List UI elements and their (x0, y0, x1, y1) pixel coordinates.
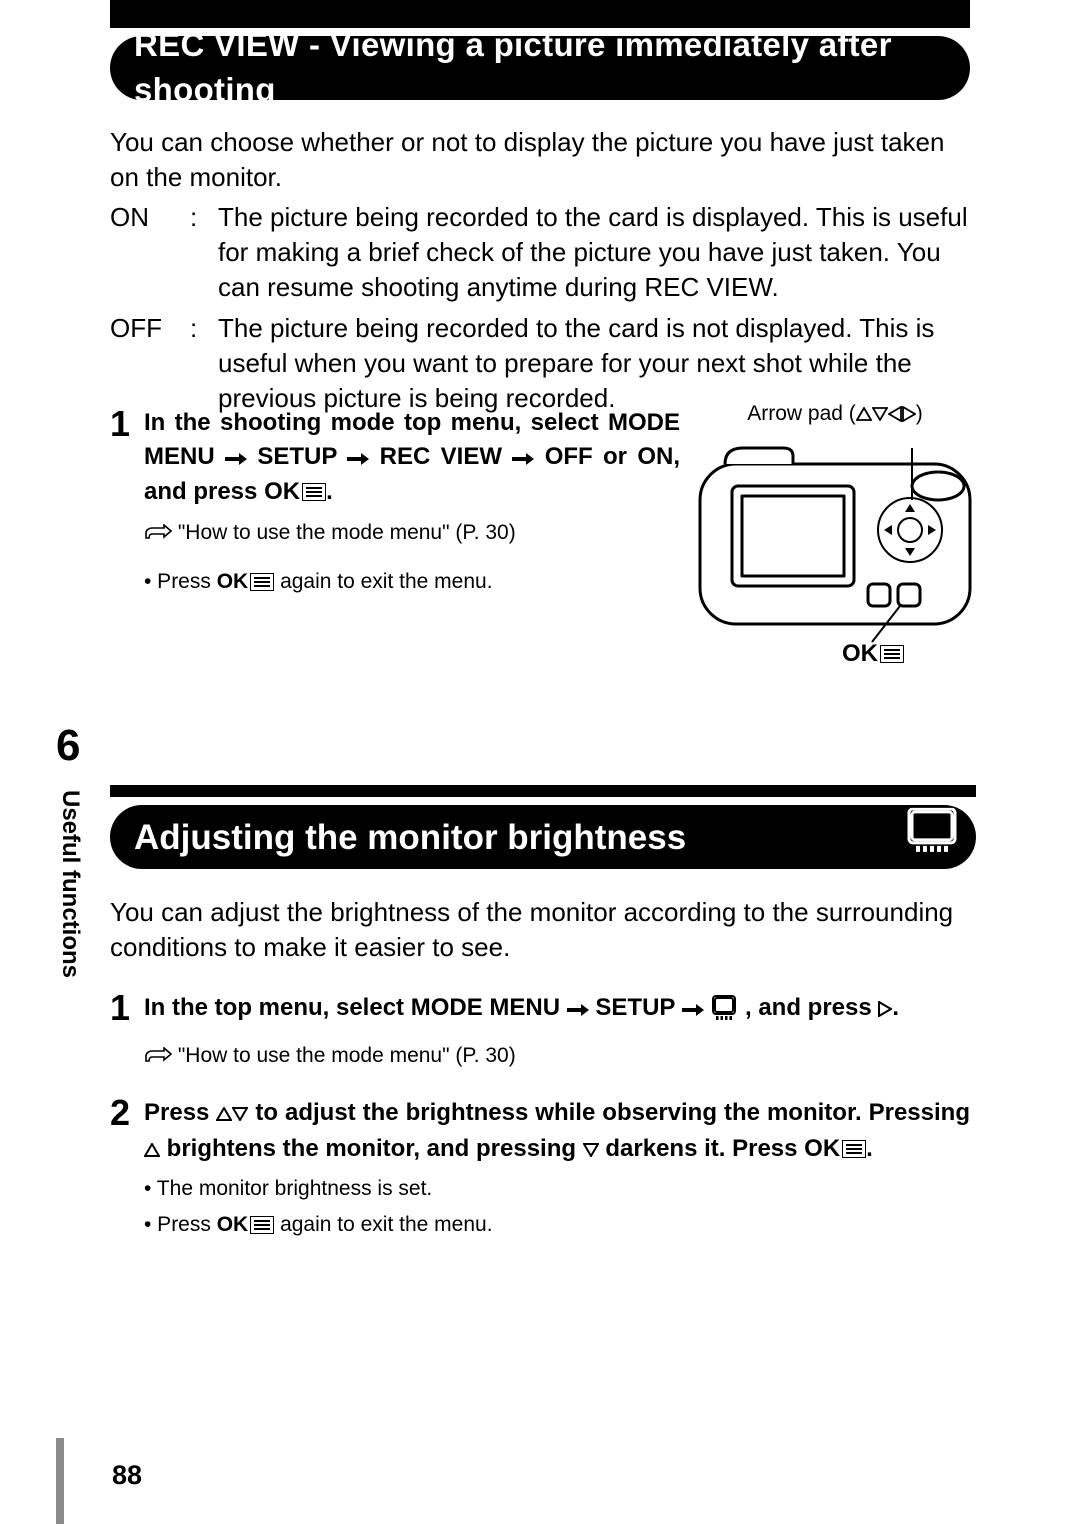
up-triangle-icon (856, 400, 872, 428)
camera-illustration (690, 434, 980, 654)
bullet-brightness-set: • The monitor brightness is set. (144, 1175, 970, 1203)
edge-tab-marker (56, 1438, 64, 1524)
pointer-hand-icon (144, 1045, 172, 1073)
options-block: ON : The picture being recorded to the c… (110, 200, 970, 423)
ok-menu-button-icon: OK (217, 568, 275, 596)
up-triangle-icon (144, 1131, 160, 1167)
arrow-right-icon (512, 442, 534, 476)
menu-icon (842, 1140, 866, 1158)
menu-icon (250, 1216, 274, 1234)
pointer-hand-icon (144, 522, 172, 550)
menu-icon (302, 483, 326, 501)
step-number-2: 2 (110, 1095, 144, 1240)
arrow-right-icon (567, 992, 589, 1028)
down-triangle-icon (232, 1099, 248, 1126)
camera-back-figure: Arrow pad () (690, 400, 980, 664)
arrow-right-icon (225, 442, 247, 476)
section-title-brightness: Adjusting the monitor brightness (110, 805, 976, 869)
right-triangle-icon (878, 994, 892, 1021)
option-on-label: ON (110, 200, 190, 305)
brightness-icon (710, 995, 738, 1032)
page-number: 88 (112, 1457, 142, 1493)
title2-text: Adjusting the monitor brightness (134, 814, 686, 861)
section-title-rec-view: REC VIEW - Viewing a picture immediately… (110, 36, 970, 100)
intro-paragraph: You can choose whether or not to display… (110, 125, 970, 195)
rec-view-step: 1 In the shooting mode top menu, select … (110, 406, 680, 626)
cross-ref-mode-menu: "How to use the mode menu" (P. 30) (178, 521, 516, 544)
monitor-brightness-icon (906, 808, 958, 866)
option-on-desc: The picture being recorded to the card i… (218, 200, 970, 305)
step-number-1b: 1 (110, 990, 144, 1073)
down-triangle-icon (583, 1135, 599, 1162)
chapter-number: 6 (56, 716, 976, 775)
ok-menu-button-icon: OK (217, 1211, 275, 1239)
figure-ok-label: OK (842, 638, 904, 670)
side-tab-useful-functions: Useful functions (62, 790, 92, 1050)
ok-menu-button-icon: OK (804, 1131, 866, 1167)
down-triangle-icon (872, 402, 888, 425)
left-triangle-icon (888, 402, 902, 425)
menu-icon (880, 645, 904, 663)
ok-menu-button-icon: OK (264, 475, 326, 509)
cross-ref-mode-menu: "How to use the mode menu" (P. 30) (178, 1044, 516, 1067)
arrow-right-icon (347, 442, 369, 476)
arrow-right-icon (682, 992, 704, 1028)
title-text: REC VIEW - Viewing a picture immediately… (134, 23, 946, 112)
right-triangle-icon (902, 402, 916, 425)
option-off-label: OFF (110, 311, 190, 416)
divider-bar (110, 785, 976, 797)
menu-icon (250, 573, 274, 591)
up-triangle-icon (216, 1095, 232, 1131)
step-number-1: 1 (110, 406, 144, 596)
intro2-paragraph: You can adjust the brightness of the mon… (110, 895, 970, 965)
